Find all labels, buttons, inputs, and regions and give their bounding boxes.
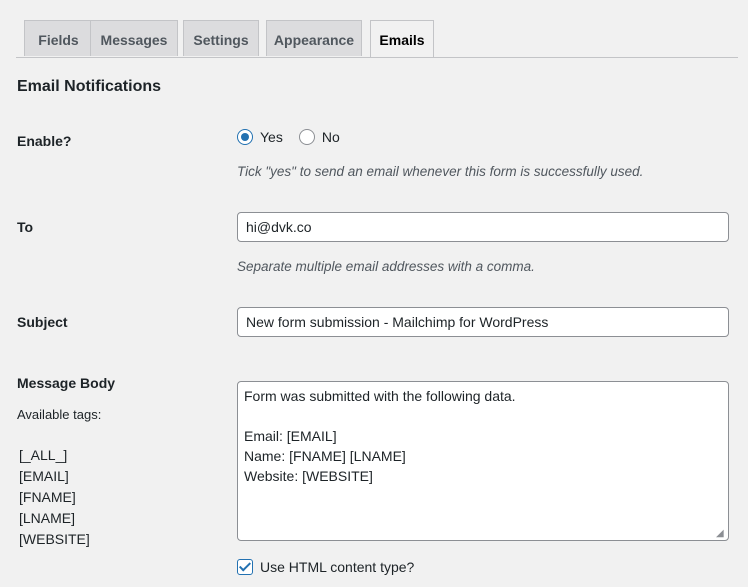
tab-emails[interactable]: Emails [370,20,434,57]
enable-yes-label[interactable]: Yes [260,129,283,145]
tag-email: [EMAIL] [19,468,69,484]
to-label: To [17,219,34,235]
tab-bar: Fields Messages Settings Appearance Emai… [16,20,738,58]
enable-no-radio[interactable] [298,129,315,145]
tab-appearance[interactable]: Appearance [266,20,362,56]
resize-grip-icon[interactable]: ◢ [716,528,724,539]
tag-lname: [LNAME] [19,510,76,526]
subject-label: Subject [17,314,68,330]
enable-label: Enable? [17,133,72,149]
available-tags-label: Available tags: [17,407,102,422]
tag-fname: [FNAME] [19,489,76,505]
tab-messages[interactable]: Messages [90,20,178,56]
subject-field[interactable]: New form submission - Mailchimp for Word… [237,307,729,337]
tab-settings[interactable]: Settings [183,20,259,56]
enable-description: Tick "yes" to send an email whenever thi… [237,164,644,179]
tag-website: [WEBSITE] [19,531,90,547]
section-title: Email Notifications [17,78,162,95]
html-content-type-checkbox[interactable] [237,559,253,575]
message-body-textarea[interactable]: Form was submitted with the following da… [237,381,729,541]
message-body-label: Message Body [17,375,116,391]
enable-no-label[interactable]: No [322,129,340,145]
enable-radio-group: Yes No [237,129,356,145]
tag-all: [_ALL_] [19,447,68,463]
to-email-field[interactable]: hi@dvk.co [237,212,729,242]
tag-list: [_ALL_] [EMAIL] [FNAME] [LNAME] [WEBSITE… [19,445,90,550]
html-content-type-label[interactable]: Use HTML content type? [260,559,414,575]
tab-fields[interactable]: Fields [24,20,93,56]
html-content-type-row: Use HTML content type? [237,559,414,575]
enable-yes-radio[interactable] [237,129,253,145]
to-description: Separate multiple email addresses with a… [237,259,535,274]
